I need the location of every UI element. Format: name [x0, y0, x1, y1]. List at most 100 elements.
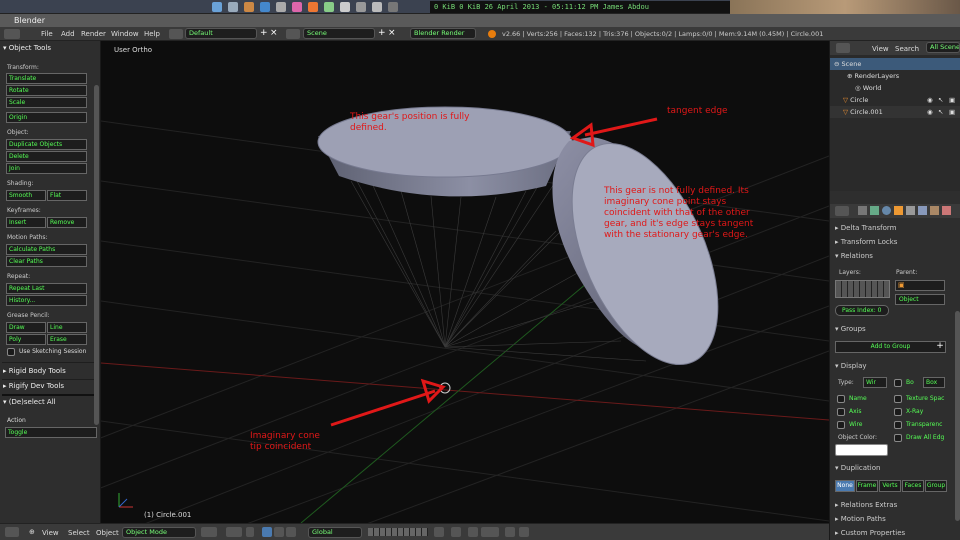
media-icon[interactable] — [292, 2, 302, 12]
dup-faces-button[interactable]: Faces — [902, 480, 924, 492]
outliner-view-menu[interactable]: View — [872, 44, 889, 54]
outliner-search-menu[interactable]: Search — [895, 44, 919, 54]
duplication-title[interactable]: ▾ Duplication — [835, 463, 880, 473]
manipulator-toggle-icon[interactable] — [246, 527, 254, 537]
mode-select[interactable]: Object Mode — [122, 527, 196, 538]
insert-keyframe-button[interactable]: Insert — [6, 217, 46, 228]
line-button[interactable]: Line — [47, 322, 87, 333]
app-launcher-icon[interactable] — [212, 2, 222, 12]
pass-index-field[interactable]: Pass Index: 0 — [835, 305, 889, 316]
delete-layout-icon[interactable]: × — [270, 28, 278, 39]
dup-verts-button[interactable]: Verts — [879, 480, 901, 492]
delete-button[interactable]: Delete — [6, 151, 87, 162]
selectable-icon[interactable]: ↖ — [938, 106, 943, 118]
outliner-display-select[interactable]: All Scenes — [926, 42, 960, 53]
editor-type-icon[interactable] — [5, 527, 19, 537]
editor-type-icon[interactable] — [4, 29, 20, 39]
transform-locks-title[interactable]: ▸ Transform Locks — [835, 237, 897, 247]
calculate-paths-button[interactable]: Calculate Paths — [6, 244, 87, 255]
render-preview-icon[interactable] — [505, 527, 515, 537]
draw-button[interactable]: Draw — [6, 322, 46, 333]
add-scene-icon[interactable]: + — [378, 28, 386, 39]
wire-checkbox[interactable] — [837, 421, 845, 429]
parent-field[interactable]: ▣ — [895, 280, 945, 291]
object-color-swatch[interactable] — [835, 444, 888, 456]
join-button[interactable]: Join — [6, 163, 87, 174]
render-tab-icon[interactable] — [858, 206, 867, 215]
window-list-icon[interactable] — [372, 2, 382, 12]
tray-icon[interactable] — [388, 2, 398, 12]
outliner-type-icon[interactable] — [836, 43, 850, 53]
scale-button[interactable]: Scale — [6, 97, 87, 108]
origin-button[interactable]: Origin — [6, 112, 87, 123]
erase-button[interactable]: Erase — [47, 334, 87, 345]
menu-window[interactable]: Window — [111, 29, 139, 39]
menu-select[interactable]: Select — [68, 528, 90, 538]
flat-button[interactable]: Flat — [47, 190, 87, 201]
snap-element-icon[interactable] — [481, 527, 499, 537]
properties-scrollbar[interactable] — [955, 311, 960, 521]
sketching-checkbox[interactable] — [7, 348, 15, 356]
visibility-eye-icon[interactable]: ◉ — [927, 94, 933, 106]
pivot-select-icon[interactable] — [226, 527, 242, 537]
bounds-checkbox[interactable] — [894, 379, 902, 387]
action-select[interactable]: Toggle — [5, 427, 97, 438]
draw-all-edges-checkbox[interactable] — [894, 434, 902, 442]
rotate-button[interactable]: Rotate — [6, 85, 87, 96]
display-title[interactable]: ▾ Display — [835, 361, 867, 371]
custom-properties-title[interactable]: ▸ Custom Properties — [835, 528, 905, 538]
history-button[interactable]: History... — [6, 295, 87, 306]
collapse-menu-icon[interactable]: ⊕ — [29, 527, 35, 537]
dup-none-button[interactable]: None — [835, 480, 855, 492]
terminal-icon[interactable] — [260, 2, 270, 12]
repeat-last-button[interactable]: Repeat Last — [6, 283, 87, 294]
menu-file[interactable]: File — [41, 29, 53, 39]
data-tab-icon[interactable] — [930, 206, 939, 215]
moving-gear[interactable] — [542, 122, 748, 386]
world-tab-icon[interactable] — [882, 206, 891, 215]
dup-frame-button[interactable]: Frame — [856, 480, 878, 492]
outliner-item-renderlayers[interactable]: ⊕ RenderLayers — [830, 70, 960, 82]
clear-paths-button[interactable]: Clear Paths — [6, 256, 87, 267]
proportional-edit-icon[interactable] — [451, 527, 461, 537]
object-tab-icon[interactable] — [894, 206, 903, 215]
settings-icon[interactable] — [356, 2, 366, 12]
blender-taskbar-icon[interactable] — [308, 2, 318, 12]
snap-toggle-icon[interactable] — [468, 527, 478, 537]
display-type-select[interactable]: Wir — [863, 377, 887, 388]
scene-type-icon[interactable] — [286, 29, 300, 39]
motion-paths-title[interactable]: ▸ Motion Paths — [835, 514, 886, 524]
selectable-icon[interactable]: ↖ — [938, 94, 943, 106]
rotate-manipulator-icon[interactable] — [274, 527, 284, 537]
groups-title[interactable]: ▾ Groups — [835, 324, 866, 334]
scene-field[interactable]: Scene — [303, 28, 375, 39]
outliner-item-world[interactable]: ◎ World — [830, 82, 960, 94]
layers-grid[interactable] — [835, 280, 890, 298]
menu-object[interactable]: Object — [96, 528, 119, 538]
add-group-icon[interactable]: + — [934, 341, 946, 353]
remove-keyframe-button[interactable]: Remove — [47, 217, 87, 228]
menu-add[interactable]: Add — [61, 29, 75, 39]
name-checkbox[interactable] — [837, 395, 845, 403]
dup-group-button[interactable]: Group — [925, 480, 947, 492]
rigid-body-tools-title[interactable]: ▸ Rigid Body Tools — [3, 366, 66, 377]
axis-checkbox[interactable] — [837, 408, 845, 416]
render-icon[interactable]: ▣ — [949, 94, 955, 106]
layout-type-icon[interactable] — [169, 29, 183, 39]
layout-field[interactable]: Default — [185, 28, 257, 39]
modifiers-tab-icon[interactable] — [918, 206, 927, 215]
visibility-eye-icon[interactable]: ◉ — [927, 106, 933, 118]
relations-extras-title[interactable]: ▸ Relations Extras — [835, 500, 897, 510]
duplicate-objects-button[interactable]: Duplicate Objects — [6, 139, 87, 150]
transparency-checkbox[interactable] — [894, 421, 902, 429]
editor-icon[interactable] — [276, 2, 286, 12]
outliner-item-circle-001[interactable]: ▽ Circle.001 ◉ ↖ ▣ — [830, 106, 960, 118]
render-engine-select[interactable]: Blender Render — [410, 28, 476, 39]
relations-title[interactable]: ▾ Relations — [835, 251, 873, 261]
delete-scene-icon[interactable]: × — [388, 28, 396, 39]
translate-button[interactable]: Translate — [6, 73, 87, 84]
layer-buttons[interactable] — [368, 528, 428, 536]
render-anim-icon[interactable] — [519, 527, 529, 537]
menu-view[interactable]: View — [42, 528, 59, 538]
add-layout-icon[interactable]: + — [260, 28, 268, 39]
